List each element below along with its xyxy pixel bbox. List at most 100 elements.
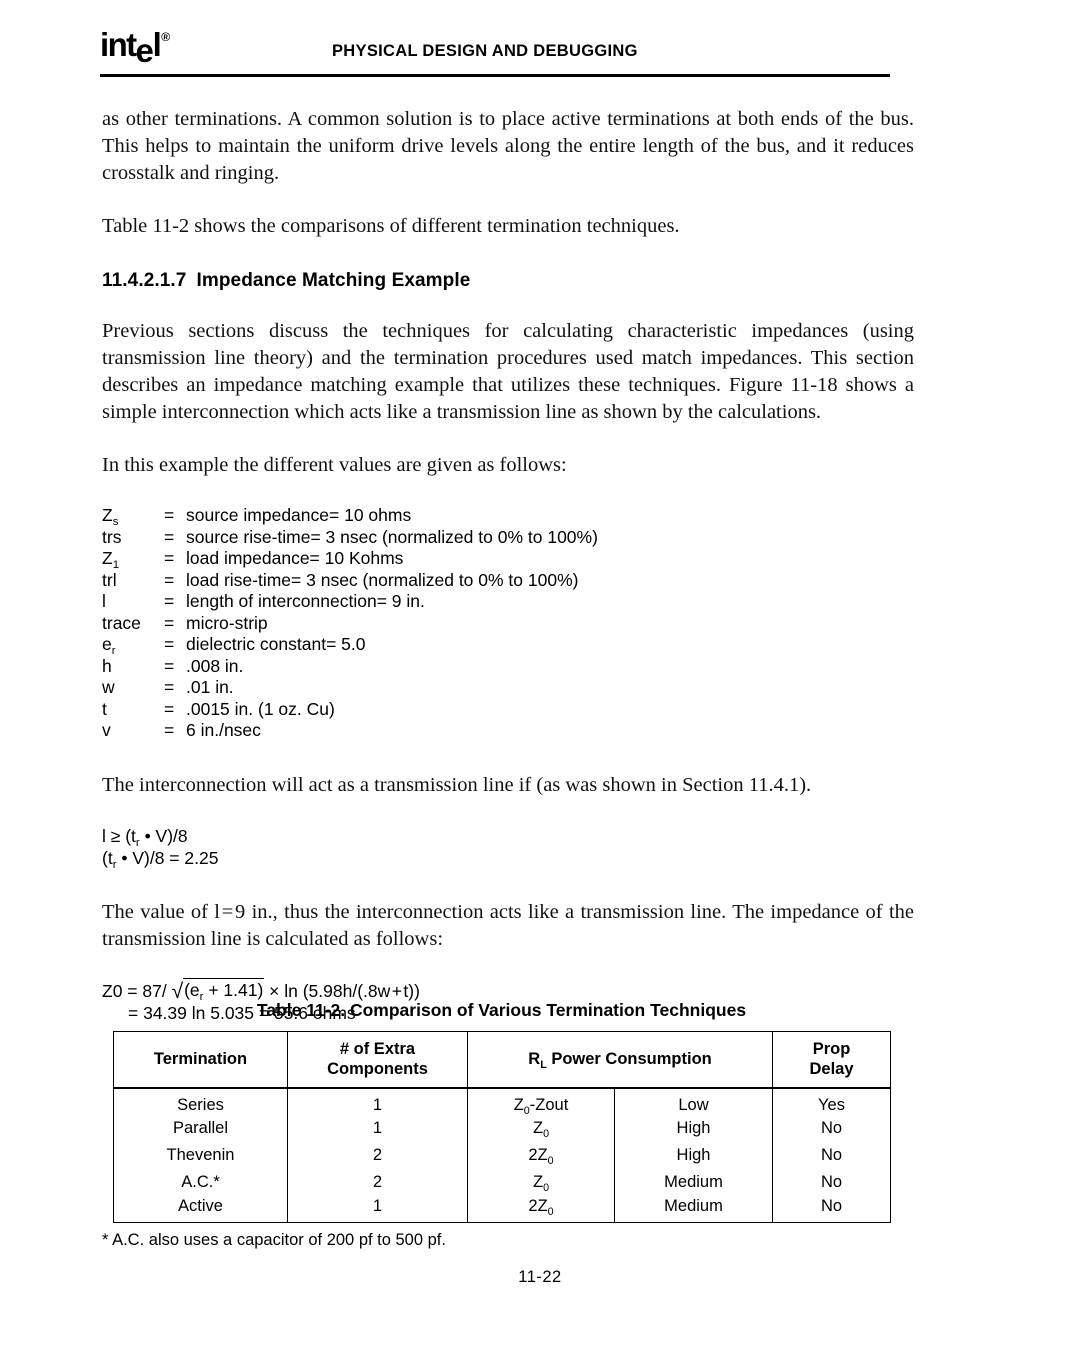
- formula-part: × ln (5.98h/(.8w + t)): [264, 980, 420, 1001]
- column-header-line: Components: [327, 1060, 428, 1079]
- cell-prop-delay: No: [772, 1195, 892, 1223]
- page-number: 11-22: [518, 1268, 562, 1286]
- variable-symbol-base: e: [102, 634, 112, 654]
- table-header-row: Termination # of Extra Components RL Powe…: [113, 1031, 892, 1089]
- table-row: A.C.* 2 Z0 Medium No: [113, 1168, 892, 1196]
- variable-symbol-subscript: s: [112, 516, 119, 528]
- column-header-termination: Termination: [113, 1031, 288, 1089]
- variable-equals: =: [164, 634, 175, 654]
- variable-symbol-base: Z: [102, 548, 113, 568]
- variable-symbol: trl: [102, 570, 164, 592]
- variable-equals: =: [164, 526, 175, 547]
- variable-symbol-base: l: [102, 591, 106, 611]
- cell-subscript: 0: [547, 1205, 554, 1218]
- variable-symbol: trs: [102, 527, 164, 549]
- variable-symbol: Zs: [102, 505, 164, 528]
- cell-impedance: 2Z0: [467, 1141, 615, 1169]
- variable-row: trl = load rise-time= 3 nsec (normalized t…: [102, 570, 914, 592]
- variable-description: length of interconnection= 9 in.: [186, 591, 425, 611]
- variable-symbol-base: trs: [102, 526, 122, 547]
- formula-part: (e: [184, 979, 200, 1000]
- cell-power: Low: [613, 1087, 774, 1115]
- formula-part: Z0 = 87/: [102, 980, 172, 1001]
- variable-equals: =: [164, 505, 175, 525]
- variable-row: trace = micro-strip: [102, 613, 914, 635]
- paragraph-4: In this example the different values are…: [102, 454, 567, 476]
- cell-extra-components: 1: [287, 1114, 468, 1142]
- page-header: intel® PHYSICAL DESIGN AND DEBUGGING: [100, 26, 890, 86]
- formula-line: l ≥ (tr • V)/8: [102, 825, 914, 849]
- cell-power: Medium: [613, 1195, 774, 1223]
- cell-impedance: Z0: [467, 1168, 615, 1196]
- cell-termination: Parallel: [113, 1114, 288, 1142]
- cell-subscript: 0: [543, 1182, 550, 1194]
- variable-symbol-base: Z: [102, 505, 113, 525]
- formula-part: • V)/8: [139, 825, 188, 846]
- formula-subscript: r: [135, 836, 140, 849]
- intel-logo-e: e: [135, 32, 154, 69]
- formula-transmission-condition: l ≥ (tr • V)/8 (tr • V)/8 = 2.25: [102, 825, 914, 871]
- variable-symbol-subscript: r: [111, 645, 116, 657]
- section-heading: 11.4.2.1.7 Impedance Matching Example: [102, 270, 914, 292]
- variable-description: 6 in./nsec: [186, 720, 261, 740]
- variable-description: .0015 in. (1 oz. Cu): [186, 698, 335, 719]
- section-heading-number: 11.4.2.1.7: [102, 270, 187, 291]
- section-heading-text: Impedance Matching Example: [196, 270, 471, 291]
- variable-symbol: w: [102, 677, 164, 699]
- square-root-icon: √(er + 1.41): [172, 977, 265, 1002]
- formula-part: (t: [102, 847, 113, 868]
- column-header-extra-components: # of Extra Components: [287, 1031, 468, 1089]
- intel-logo-l: l: [152, 26, 162, 63]
- variable-symbol-base: trace: [102, 612, 141, 633]
- cell-prop-delay: No: [772, 1114, 892, 1142]
- cell-power: High: [613, 1141, 774, 1169]
- page-header-title: PHYSICAL DESIGN AND DEBUGGING: [332, 42, 638, 60]
- cell-impedance: Z0: [467, 1114, 615, 1142]
- table-row: Active 1 2Z0 Medium No: [113, 1195, 892, 1223]
- table-footnote: * A.C. also uses a capacitor of 200 pf t…: [102, 1231, 446, 1249]
- variable-description: load impedance= 10 Kohms: [186, 548, 404, 568]
- variable-symbol: v: [102, 720, 164, 742]
- cell-impedance: 2Z0: [467, 1195, 615, 1223]
- column-header-line: # of Extra: [339, 1040, 416, 1059]
- column-header-power-consumption: RL Power Consumption: [466, 1031, 774, 1089]
- variable-description: dielectric constant= 5.0: [186, 634, 366, 654]
- variable-symbol-base: t: [102, 698, 107, 719]
- variable-equals: =: [164, 591, 175, 611]
- cell-extra-components: 2: [287, 1168, 468, 1196]
- table-row: Thevenin 2 2Z0 High No: [113, 1141, 892, 1169]
- variable-description: .008 in.: [186, 655, 244, 676]
- cell-termination: Thevenin: [113, 1141, 288, 1169]
- cell-extra-components: 2: [287, 1141, 468, 1169]
- paragraph-5: The interconnection will act as a transm…: [102, 773, 812, 796]
- variable-equals: =: [164, 548, 175, 568]
- variable-symbol: t: [102, 699, 164, 721]
- variable-row: w = .01 in.: [102, 677, 914, 699]
- variable-row: l = length of interconnection= 9 in.: [102, 591, 914, 613]
- formula-line: Z0 = 87/ √(er + 1.41) × ln (5.98h/(.8w +…: [102, 977, 914, 1002]
- variable-symbol: er: [102, 634, 164, 657]
- variable-row: trs = source rise-time= 3 nsec (normalized…: [102, 527, 914, 549]
- cell-power: Medium: [613, 1168, 774, 1196]
- column-header-part: R: [528, 1050, 541, 1069]
- paragraph-3: Previous sections discuss the techniques…: [102, 320, 914, 423]
- cell-power: High: [613, 1114, 774, 1142]
- cell-part: -Zout: [529, 1095, 569, 1114]
- variable-symbol: h: [102, 656, 164, 678]
- formula-part: + 1.41): [203, 979, 264, 1000]
- paragraph-1: as other terminations. A common solution…: [102, 108, 914, 184]
- cell-termination: Series: [113, 1087, 288, 1115]
- cell-subscript: 0: [547, 1155, 554, 1167]
- variable-symbol-base: w: [102, 677, 115, 697]
- variable-description: micro-strip: [186, 612, 268, 633]
- table-row: Parallel 1 Z0 High No: [113, 1114, 892, 1142]
- header-divider: [100, 74, 890, 77]
- column-header-subscript: L: [540, 1059, 547, 1072]
- cell-impedance: Z0-Zout: [467, 1087, 615, 1116]
- paragraph-2: Table 11-2 shows the comparisons of diff…: [102, 215, 680, 237]
- table-row: Series 1 Z0-Zout Low Yes: [113, 1087, 892, 1116]
- column-header-line: Delay: [809, 1060, 854, 1079]
